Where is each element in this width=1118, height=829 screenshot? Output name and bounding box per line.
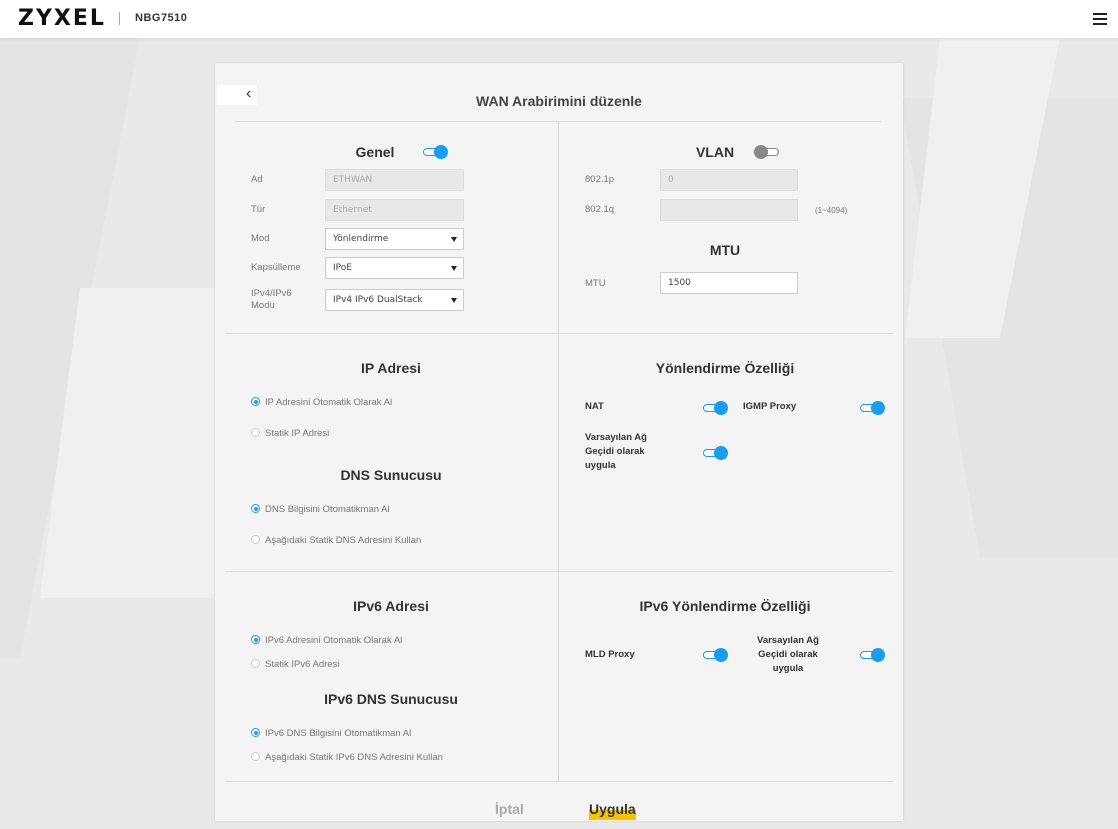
ip-mode-value: IPv4 IPv6 DualStack bbox=[333, 295, 423, 305]
page-title: WAN Arabirimini düzenle bbox=[476, 93, 642, 109]
ip-static-radio[interactable]: Statik IP Adresi bbox=[251, 428, 329, 439]
default-gateway-toggle[interactable] bbox=[703, 446, 728, 460]
wan-edit-card: ‹ WAN Arabirimini düzenle Genel Ad ETHWA… bbox=[215, 63, 903, 821]
ip-mode-select[interactable]: IPv4 IPv6 DualStack bbox=[325, 289, 464, 311]
zyxel-logo: ZYXEL bbox=[18, 6, 106, 31]
dns-static-radio[interactable]: Aşağıdaki Statik DNS Adresini Kullan bbox=[251, 535, 421, 546]
ipv6-auto-label: IPv6 Adresini Otomatik Olarak Al bbox=[265, 635, 403, 646]
vlan-q-label: 802.1q bbox=[585, 204, 615, 215]
caret-down-icon bbox=[451, 266, 457, 271]
mtu-title: MTU bbox=[709, 242, 741, 258]
encapsulation-value: IPoE bbox=[333, 263, 352, 273]
ipv6-dns-static-label: Aşağıdaki Statik IPv6 DNS Adresini Kulla… bbox=[265, 752, 443, 763]
ip-mode-label-line1: IPv4/IPv6 bbox=[251, 288, 292, 299]
nat-toggle[interactable] bbox=[703, 401, 728, 415]
ipv6-default-gateway-toggle[interactable] bbox=[860, 648, 885, 662]
mld-proxy-label: MLD Proxy bbox=[585, 649, 635, 660]
mode-label: Mod bbox=[251, 233, 270, 244]
vlan-toggle[interactable] bbox=[754, 145, 779, 159]
menu-icon[interactable] bbox=[1093, 13, 1107, 25]
ipv6-dns-auto-radio[interactable]: IPv6 DNS Bilgisini Otomatikman Al bbox=[251, 728, 411, 739]
ipv6-static-radio[interactable]: Statik IPv6 Adresi bbox=[251, 659, 339, 670]
ip-mode-label: IPv4/IPv6 Modu bbox=[251, 288, 292, 312]
vlan-p-field: 0 bbox=[660, 169, 798, 191]
nat-label: NAT bbox=[585, 401, 604, 412]
dns-title: DNS Sunucusu bbox=[340, 467, 442, 483]
ipv6-static-label: Statik IPv6 Adresi bbox=[265, 659, 340, 670]
dns-static-label: Aşağıdaki Statik DNS Adresini Kullan bbox=[265, 535, 422, 546]
default-gateway-line1: Varsayılan Ağ bbox=[585, 432, 647, 443]
encapsulation-select[interactable]: IPoE bbox=[325, 257, 464, 279]
encapsulation-label: Kapsülleme bbox=[251, 262, 301, 273]
ip-static-label: Statik IP Adresi bbox=[265, 428, 330, 439]
vlan-title: VLAN bbox=[695, 144, 735, 160]
mtu-input[interactable]: 1500 bbox=[660, 272, 798, 294]
divider bbox=[225, 333, 893, 334]
general-toggle[interactable] bbox=[423, 145, 448, 159]
dns-auto-radio[interactable]: DNS Bilgisini Otomatikman Al bbox=[251, 504, 390, 515]
ip-mode-label-line2: Modu bbox=[251, 300, 275, 311]
igmp-proxy-toggle[interactable] bbox=[860, 401, 885, 415]
vlan-p-label: 802.1p bbox=[585, 174, 615, 185]
apply-button[interactable]: Uygula bbox=[589, 801, 636, 820]
radio-empty-icon bbox=[251, 535, 260, 544]
top-bar: ZYXEL NBG7510 bbox=[0, 0, 1118, 38]
igmp-proxy-label: IGMP Proxy bbox=[743, 401, 797, 412]
mld-proxy-toggle[interactable] bbox=[703, 648, 728, 662]
radio-selected-icon bbox=[251, 504, 260, 513]
type-label: Tür bbox=[251, 204, 266, 215]
ipv6-auto-radio[interactable]: IPv6 Adresini Otomatik Olarak Al bbox=[251, 635, 402, 646]
column-divider bbox=[558, 121, 559, 781]
type-field: Ethernet bbox=[325, 199, 464, 221]
ipv6-dns-auto-label: IPv6 DNS Bilgisini Otomatikman Al bbox=[265, 728, 412, 739]
ipv6-default-gateway-line2: Geçidi olarak bbox=[758, 649, 818, 660]
default-gateway-line3: uygula bbox=[585, 460, 616, 471]
divider bbox=[225, 571, 893, 572]
ipv6-dns-title: IPv6 DNS Sunucusu bbox=[324, 691, 458, 707]
default-gateway-label: Varsayılan Ağ Geçidi olarak uygula bbox=[585, 431, 647, 473]
caret-down-icon bbox=[451, 237, 457, 242]
radio-selected-icon bbox=[251, 728, 260, 737]
default-gateway-line2: Geçidi olarak bbox=[585, 446, 645, 457]
name-field: ETHWAN bbox=[325, 169, 464, 191]
ipv6-default-gateway-label: Varsayılan Ağ Geçidi olarak uygula bbox=[743, 634, 833, 676]
ip-auto-radio[interactable]: IP Adresini Otomatik Olarak Al bbox=[251, 397, 392, 408]
routing-title: Yönlendirme Özelliği bbox=[655, 360, 795, 376]
radio-empty-icon bbox=[251, 428, 260, 437]
mode-value: Yönlendirme bbox=[333, 234, 389, 244]
radio-selected-icon bbox=[251, 397, 260, 406]
radio-empty-icon bbox=[251, 752, 260, 761]
vlan-q-hint: (1~4094) bbox=[815, 206, 848, 215]
mode-select[interactable]: Yönlendirme bbox=[325, 228, 464, 250]
ip-auto-label: IP Adresini Otomatik Olarak Al bbox=[265, 397, 393, 408]
ipv6-default-gateway-line1: Varsayılan Ağ bbox=[757, 635, 819, 646]
caret-down-icon bbox=[451, 298, 457, 303]
name-label: Ad bbox=[251, 174, 263, 185]
cancel-button[interactable]: İptal bbox=[495, 801, 524, 817]
ipv6-address-title: IPv6 Adresi bbox=[353, 598, 429, 614]
divider bbox=[225, 781, 893, 782]
general-title: Genel bbox=[355, 144, 395, 160]
model-name: NBG7510 bbox=[135, 12, 188, 24]
apply-label: Uygula bbox=[589, 801, 636, 817]
ip-address-title: IP Adresi bbox=[361, 360, 421, 376]
dns-auto-label: DNS Bilgisini Otomatikman Al bbox=[265, 504, 390, 515]
radio-selected-icon bbox=[251, 635, 260, 644]
ipv6-dns-static-radio[interactable]: Aşağıdaki Statik IPv6 DNS Adresini Kulla… bbox=[251, 752, 443, 763]
radio-empty-icon bbox=[251, 659, 260, 668]
ipv6-routing-title: IPv6 Yönlendirme Özelliği bbox=[639, 598, 811, 614]
logo-separator bbox=[119, 12, 120, 25]
mtu-label: MTU bbox=[585, 278, 606, 289]
vlan-q-field bbox=[660, 199, 798, 221]
ipv6-default-gateway-line3: uygula bbox=[772, 663, 804, 674]
